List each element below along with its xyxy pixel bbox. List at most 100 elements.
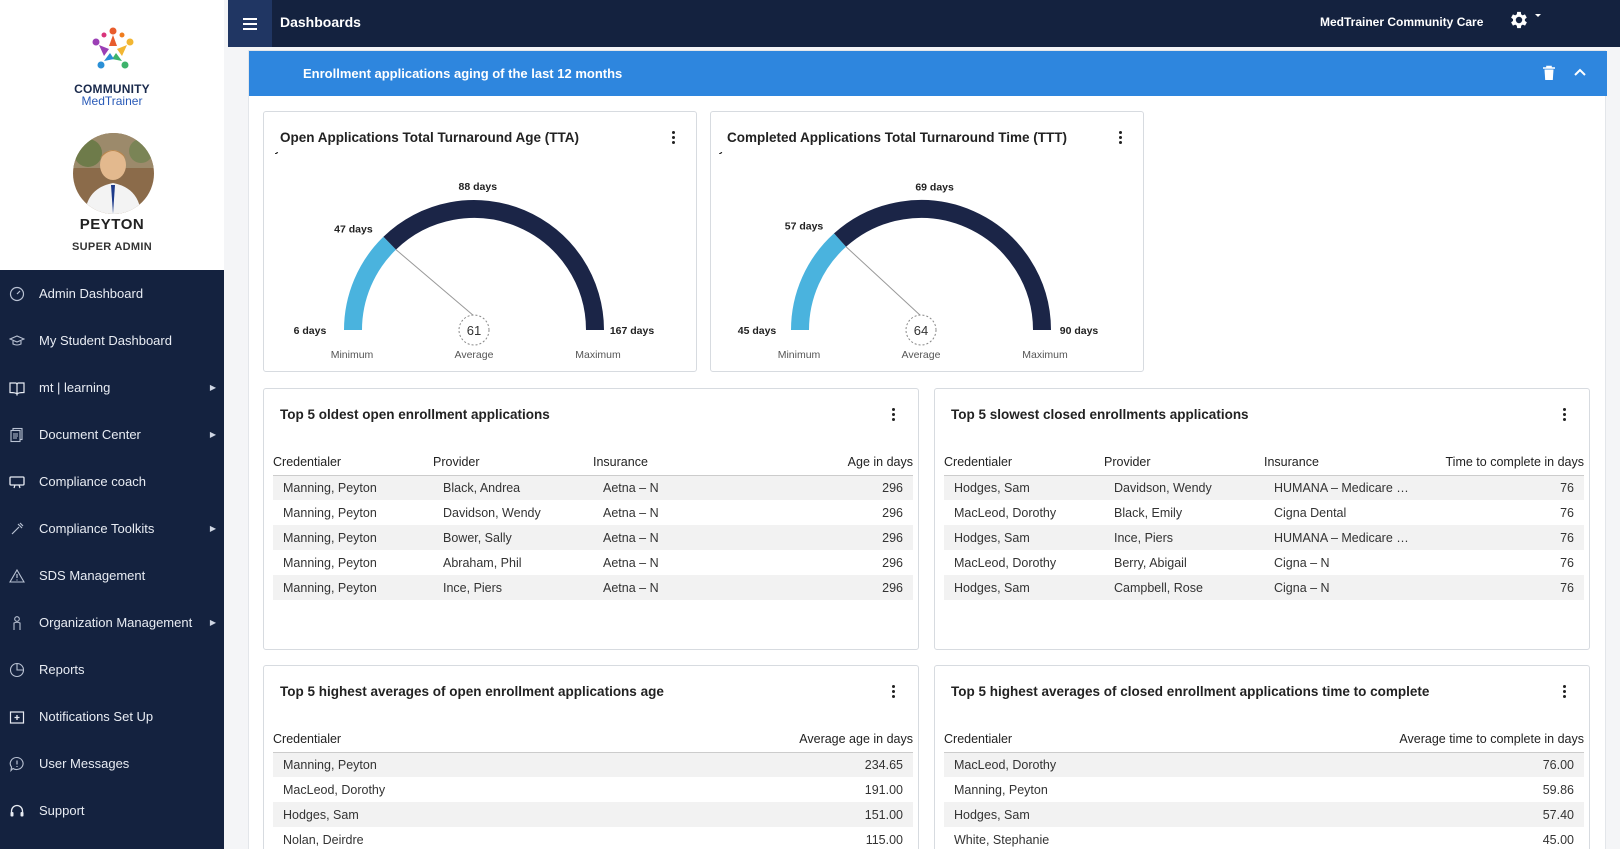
sidebar-item-document-center[interactable]: Document Center ▶ bbox=[0, 411, 224, 458]
more-options-icon[interactable] bbox=[888, 407, 898, 423]
menu-toggle-button[interactable] bbox=[228, 0, 272, 47]
more-options-icon[interactable] bbox=[1559, 684, 1569, 700]
table-row[interactable]: MacLeod, Dorothy 76.00 bbox=[944, 752, 1584, 777]
cell: 76 bbox=[1560, 505, 1574, 520]
sidebar-item-compliance-coach[interactable]: Compliance coach bbox=[0, 458, 224, 505]
table-row[interactable]: Hodges, Sam Davidson, Wendy HUMANA – Medic… bbox=[944, 475, 1584, 500]
table-row[interactable]: Hodges, Sam Ince, Piers HUMANA – Medicare … bbox=[944, 525, 1584, 550]
person-icon bbox=[8, 614, 26, 632]
tools-icon bbox=[8, 520, 26, 538]
column-header[interactable]: Provider bbox=[433, 445, 593, 476]
table-row[interactable]: Manning, Peyton Davidson, Wendy Aetna – N 2… bbox=[273, 500, 913, 525]
table-row[interactable]: Manning, Peyton 234.65 bbox=[273, 752, 913, 777]
table-row[interactable]: Manning, Peyton Abraham, Phil Aetna – N 296 bbox=[273, 550, 913, 575]
sidebar-item-sds-management[interactable]: SDS Management bbox=[0, 552, 224, 599]
more-options-icon[interactable] bbox=[1559, 407, 1569, 423]
gauge-median-label: 88 days bbox=[459, 181, 498, 193]
sidebar-item-notifications-set-up[interactable]: Notifications Set Up bbox=[0, 693, 224, 740]
card-title: Top 5 highest averages of closed enrollm… bbox=[951, 684, 1430, 699]
table-row[interactable]: Hodges, Sam 57.40 bbox=[944, 802, 1584, 827]
cell: Aetna – N bbox=[593, 575, 753, 600]
table-row[interactable]: Manning, Peyton Black, Andrea Aetna – N 296 bbox=[273, 475, 913, 500]
cell: 76 bbox=[1560, 555, 1574, 570]
cell: Manning, Peyton bbox=[954, 782, 1048, 797]
tta-gauge-chart: 61 6 days 167 days 47 days 88 days 129 days Mi… bbox=[264, 152, 654, 361]
gauge-min-label: 45 days bbox=[738, 325, 777, 337]
cell: MacLeod, Dorothy bbox=[954, 505, 1057, 520]
cell: Hodges, Sam bbox=[944, 525, 1104, 550]
table-row[interactable]: MacLeod, Dorothy Black, Emily Cigna Dental… bbox=[944, 500, 1584, 525]
cell: HUMANA – Medicare … bbox=[1264, 475, 1414, 500]
caret-down-icon bbox=[1535, 14, 1541, 17]
trash-icon[interactable] bbox=[1542, 65, 1556, 81]
table-row[interactable]: White, Stephanie 45.00 bbox=[944, 827, 1584, 849]
community-medtrainer-logo[interactable] bbox=[78, 22, 148, 82]
cell: Ince, Piers bbox=[433, 575, 593, 600]
more-options-icon[interactable] bbox=[888, 684, 898, 700]
cell: 115.00 bbox=[865, 832, 903, 847]
table-row[interactable]: MacLeod, Dorothy 191.00 bbox=[273, 777, 913, 802]
more-options-icon[interactable] bbox=[1115, 130, 1125, 146]
table-row[interactable]: Manning, Peyton 59.86 bbox=[944, 777, 1584, 802]
sidebar-item-label: Compliance Toolkits bbox=[39, 521, 155, 536]
cell: Aetna – N bbox=[603, 555, 659, 570]
cell: 59.86 bbox=[1542, 782, 1574, 797]
gauge-max-caption: Maximum bbox=[1022, 349, 1068, 361]
slowest-closed-table: Credentialer Provider Insurance Time to … bbox=[944, 445, 1584, 600]
sidebar-item-support[interactable]: Support bbox=[0, 787, 224, 834]
cell: 191.00 bbox=[864, 782, 903, 797]
sidebar-item-organization-management[interactable]: Organization Management ▶ bbox=[0, 599, 224, 646]
gauge-p75-label: 81 days bbox=[711, 152, 730, 155]
table-header-row: Credentialer Average time to complete in… bbox=[944, 722, 1584, 753]
cell: 76.00 bbox=[1264, 752, 1584, 777]
cell: 296 bbox=[753, 525, 913, 550]
sidebar-item-user-messages[interactable]: User Messages bbox=[0, 740, 224, 787]
table-row[interactable]: Nolan, Deirdre 115.00 bbox=[273, 827, 913, 849]
column-header[interactable]: Credentialer bbox=[273, 445, 433, 476]
sidebar-item-reports[interactable]: Reports bbox=[0, 646, 224, 693]
column-header[interactable]: Credentialer bbox=[273, 722, 593, 753]
table-row[interactable]: Manning, Peyton Bower, Sally Aetna – N 296 bbox=[273, 525, 913, 550]
chevron-up-icon[interactable] bbox=[1573, 65, 1587, 79]
more-options-icon[interactable] bbox=[668, 130, 678, 146]
sidebar-item-mt-learning[interactable]: mt | learning ▶ bbox=[0, 364, 224, 411]
table-row[interactable]: Hodges, Sam 151.00 bbox=[273, 802, 913, 827]
sidebar-item-admin-dashboard[interactable]: Admin Dashboard bbox=[0, 270, 224, 317]
cell: Hodges, Sam bbox=[273, 802, 593, 827]
column-header[interactable]: Average time to complete in days bbox=[1264, 722, 1584, 753]
pie-chart-icon bbox=[8, 661, 26, 679]
sidebar-item-compliance-toolkits[interactable]: Compliance Toolkits ▶ bbox=[0, 505, 224, 552]
sidebar-item-my-student-dashboard[interactable]: My Student Dashboard bbox=[0, 317, 224, 364]
column-header[interactable]: Time to complete in days bbox=[1414, 445, 1584, 476]
sidebar-item-label: Admin Dashboard bbox=[39, 286, 144, 301]
sidebar-item-label: SDS Management bbox=[39, 568, 146, 583]
gauge-p75-label: 129 days bbox=[264, 152, 286, 155]
column-header[interactable]: Average age in days bbox=[593, 722, 913, 753]
avatar[interactable] bbox=[73, 133, 154, 214]
cell: 234.65 bbox=[593, 752, 913, 777]
table-header-row: Credentialer Provider Insurance Age in d… bbox=[273, 445, 913, 476]
avg-open-card: Top 5 highest averages of open enrollmen… bbox=[263, 665, 919, 849]
sidebar-menu: Admin Dashboard My Student Dashboard mt … bbox=[0, 270, 224, 834]
table-row[interactable]: MacLeod, Dorothy Berry, Abigail Cigna – N 7… bbox=[944, 550, 1584, 575]
column-header[interactable]: Provider bbox=[1104, 445, 1264, 476]
cell: Ince, Piers bbox=[1104, 525, 1264, 550]
gauge-needle bbox=[845, 246, 922, 317]
settings-menu-button[interactable] bbox=[1508, 9, 1542, 31]
column-header[interactable]: Age in days bbox=[753, 445, 913, 476]
cell: Manning, Peyton bbox=[273, 575, 433, 600]
cell: Cigna – N bbox=[1274, 555, 1330, 570]
avg-closed-table: Credentialer Average time to complete in… bbox=[944, 722, 1584, 849]
column-header[interactable]: Insurance bbox=[1264, 445, 1414, 476]
table-row[interactable]: Manning, Peyton Ince, Piers Aetna – N 296 bbox=[273, 575, 913, 600]
cell: 76 bbox=[1414, 525, 1584, 550]
column-header[interactable]: Insurance bbox=[593, 445, 753, 476]
column-header[interactable]: Credentialer bbox=[944, 722, 1264, 753]
gauge-min-label: 6 days bbox=[294, 325, 327, 337]
presentation-icon bbox=[8, 473, 26, 491]
cell: Manning, Peyton bbox=[273, 752, 593, 777]
organization-name[interactable]: MedTrainer Community Care bbox=[1320, 15, 1483, 29]
table-row[interactable]: Hodges, Sam Campbell, Rose Cigna – N 76 bbox=[944, 575, 1584, 600]
column-header[interactable]: Credentialer bbox=[944, 445, 1104, 476]
cell: Hodges, Sam bbox=[944, 475, 1104, 500]
